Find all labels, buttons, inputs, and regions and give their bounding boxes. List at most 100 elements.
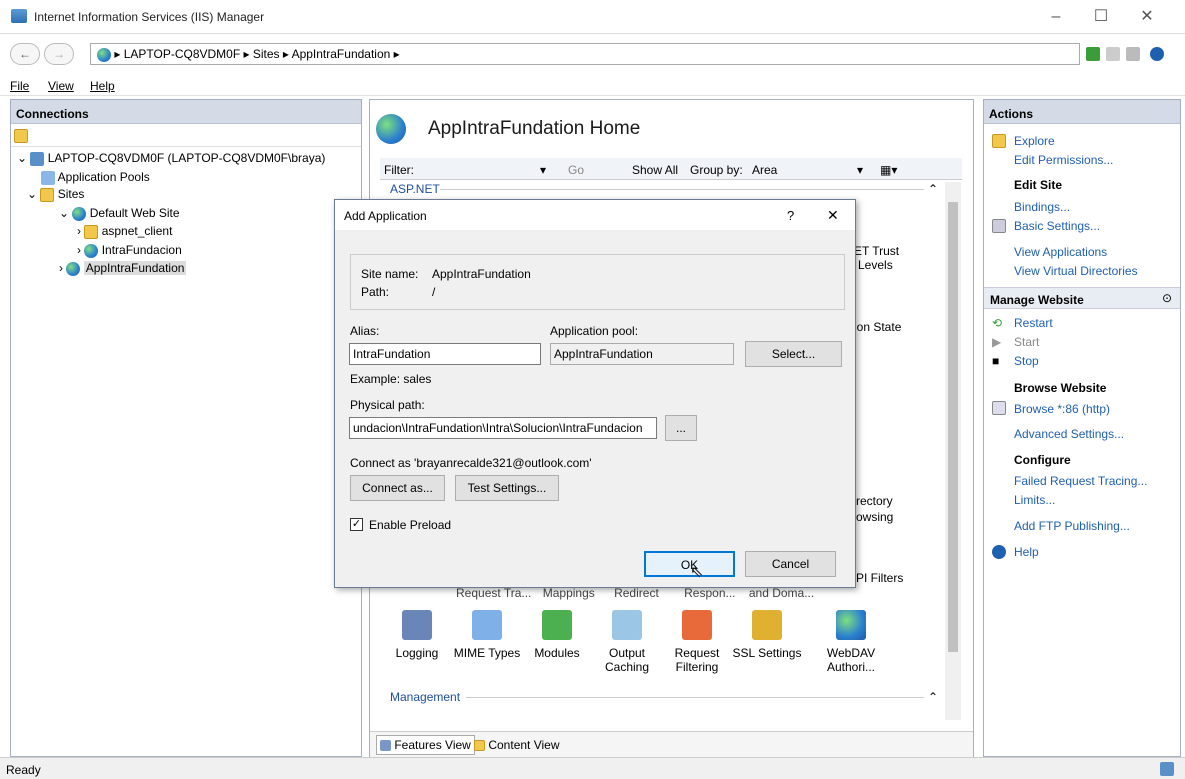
add-application-dialog: Add Application ? ✕ Site name: AppIntraF… xyxy=(334,199,856,588)
close-button[interactable]: ✕ xyxy=(1133,6,1161,28)
status-server-icon xyxy=(1160,762,1174,776)
connect-as-status: Connect as 'brayanrecalde321@outlook.com… xyxy=(350,456,592,470)
output-caching-icon xyxy=(612,610,642,640)
tree-label: AppIntraFundation xyxy=(83,261,187,275)
home-icon[interactable] xyxy=(1126,47,1140,61)
feature-mime-types[interactable]: MIME Types xyxy=(452,610,522,660)
feature-request-filtering[interactable]: Request Filtering xyxy=(662,610,732,674)
group-by-dropdown[interactable]: ▾ xyxy=(857,163,863,177)
browse-icon xyxy=(992,401,1006,415)
collapse-management-icon[interactable]: ⌃ xyxy=(928,690,938,704)
feature-partial-session[interactable]: ion State xyxy=(854,320,901,334)
feature-partial-dom[interactable]: and Doma... xyxy=(749,586,814,600)
tree-item-appintrafundation[interactable]: › AppIntraFundation xyxy=(59,261,187,276)
enable-preload-checkbox[interactable]: ✓ xyxy=(350,518,363,531)
feature-partial-levels[interactable]: Levels xyxy=(858,258,893,272)
action-advanced-settings[interactable]: Advanced Settings... xyxy=(1014,427,1124,441)
action-limits[interactable]: Limits... xyxy=(1014,493,1055,507)
feature-partial-isapi[interactable]: PI Filters xyxy=(856,571,903,585)
minimize-button[interactable]: – xyxy=(1042,6,1070,28)
restart-icon: ⟲ xyxy=(992,316,1003,330)
connect-icon[interactable] xyxy=(1086,47,1100,61)
test-settings-button[interactable]: Test Settings... xyxy=(455,475,559,501)
filter-dropdown[interactable]: ▾ xyxy=(540,163,546,177)
help-icon[interactable] xyxy=(1150,47,1164,61)
path-label: Path: xyxy=(361,285,390,299)
feature-webdav[interactable]: WebDAV Authori... xyxy=(816,610,886,674)
action-start[interactable]: Start xyxy=(1014,335,1039,349)
feature-ssl-settings[interactable]: SSL Settings xyxy=(732,610,802,660)
modules-icon xyxy=(542,610,572,640)
action-stop[interactable]: Stop xyxy=(1014,354,1039,368)
explore-icon xyxy=(992,134,1006,148)
tree-item-sites[interactable]: ⌄ Sites xyxy=(27,187,84,202)
action-view-applications[interactable]: View Applications xyxy=(1014,245,1107,259)
actions-panel: Actions Explore Edit Permissions... Edit… xyxy=(983,99,1181,757)
action-view-virtual-directories[interactable]: View Virtual Directories xyxy=(1014,264,1138,278)
maximize-button[interactable]: ☐ xyxy=(1087,6,1115,28)
folder-icon xyxy=(84,224,99,239)
feature-partial-dir[interactable]: rectory xyxy=(856,494,893,508)
action-bindings[interactable]: Bindings... xyxy=(1014,200,1070,214)
feature-logging[interactable]: Logging xyxy=(382,610,452,660)
feature-partial-trust[interactable]: ET Trust xyxy=(854,244,899,258)
back-button[interactable]: ← xyxy=(10,43,40,65)
configure-heading: Configure xyxy=(1014,453,1071,467)
browse-path-button[interactable]: ... xyxy=(665,415,697,441)
breadcrumb[interactable]: ▸ LAPTOP-CQ8VDM0F ▸ Sites ▸ AppIntraFund… xyxy=(90,43,1080,65)
window-title: Internet Information Services (IIS) Mana… xyxy=(34,10,265,24)
tab-features-view[interactable]: Features View xyxy=(376,735,475,755)
group-by-value[interactable]: Area xyxy=(752,163,777,177)
action-failed-request-tracing[interactable]: Failed Request Tracing... xyxy=(1014,474,1147,488)
forward-button[interactable]: → xyxy=(44,43,74,65)
tree-label: LAPTOP-CQ8VDM0F (LAPTOP-CQ8VDM0F\braya) xyxy=(47,151,326,165)
server-icon xyxy=(30,151,45,166)
filter-label: Filter: xyxy=(384,163,414,177)
content-view-icon xyxy=(474,740,485,752)
stop-icon[interactable] xyxy=(1106,47,1120,61)
tree-item-server[interactable]: ⌄ LAPTOP-CQ8VDM0F (LAPTOP-CQ8VDM0F\braya… xyxy=(17,151,325,166)
select-pool-button[interactable]: Select... xyxy=(745,341,842,367)
address-bar: ← → ▸ LAPTOP-CQ8VDM0F ▸ Sites ▸ AppIntra… xyxy=(10,41,1182,66)
tree-item-default-web-site[interactable]: ⌄ Default Web Site xyxy=(59,206,180,221)
action-explore[interactable]: Explore xyxy=(1014,134,1055,148)
menu-file[interactable]: File xyxy=(10,79,29,93)
feature-modules[interactable]: Modules xyxy=(522,610,592,660)
feature-partial-row: Request Tra... Mappings Redirect Respon.… xyxy=(456,586,814,600)
section-management: Management xyxy=(390,690,461,704)
collapse-aspnet-icon[interactable]: ⌃ xyxy=(928,182,938,196)
title-bar: Internet Information Services (IIS) Mana… xyxy=(0,0,1185,34)
dialog-help-button[interactable]: ? xyxy=(787,208,794,223)
view-mode-dropdown[interactable]: ▦▾ xyxy=(880,163,897,177)
feature-partial-browse[interactable]: owsing xyxy=(856,510,893,524)
connect-as-button[interactable]: Connect as... xyxy=(350,475,445,501)
feature-partial-resp[interactable]: Respon... xyxy=(684,586,735,600)
vertical-scrollbar[interactable] xyxy=(945,182,961,720)
tab-content-view[interactable]: Content View xyxy=(474,738,560,752)
action-help[interactable]: Help xyxy=(1014,545,1039,559)
feature-partial-map[interactable]: Mappings xyxy=(543,586,595,600)
new-connection-icon[interactable] xyxy=(14,129,28,143)
feature-partial-redirect[interactable]: Redirect xyxy=(614,586,659,600)
tree-item-aspnet-client[interactable]: › aspnet_client xyxy=(77,224,172,239)
physical-path-input[interactable]: undacion\IntraFundation\Intra\Solucion\I… xyxy=(349,417,657,439)
menu-view[interactable]: View xyxy=(48,79,74,93)
action-restart[interactable]: Restart xyxy=(1014,316,1053,330)
action-add-ftp[interactable]: Add FTP Publishing... xyxy=(1014,519,1130,533)
collapse-chevron-icon[interactable]: ⊙ xyxy=(1162,291,1172,305)
dialog-close-button[interactable]: ✕ xyxy=(827,207,839,224)
feature-output-caching[interactable]: Output Caching xyxy=(592,610,662,674)
go-button[interactable]: Go xyxy=(568,163,584,177)
alias-example: Example: sales xyxy=(350,372,432,386)
tree-item-intrafundacion[interactable]: › IntraFundacion xyxy=(77,243,182,258)
tree-item-app-pools[interactable]: Application Pools xyxy=(41,170,150,185)
menu-help[interactable]: Help xyxy=(90,79,115,93)
alias-input[interactable]: IntraFundation xyxy=(349,343,541,365)
action-browse[interactable]: Browse *:86 (http) xyxy=(1014,402,1110,416)
scrollbar-thumb[interactable] xyxy=(948,202,958,652)
show-all-button[interactable]: Show All xyxy=(632,163,678,177)
action-basic-settings[interactable]: Basic Settings... xyxy=(1014,219,1100,233)
cancel-button[interactable]: Cancel xyxy=(745,551,836,577)
action-edit-permissions[interactable]: Edit Permissions... xyxy=(1014,153,1113,167)
feature-partial-req[interactable]: Request Tra... xyxy=(456,586,531,600)
